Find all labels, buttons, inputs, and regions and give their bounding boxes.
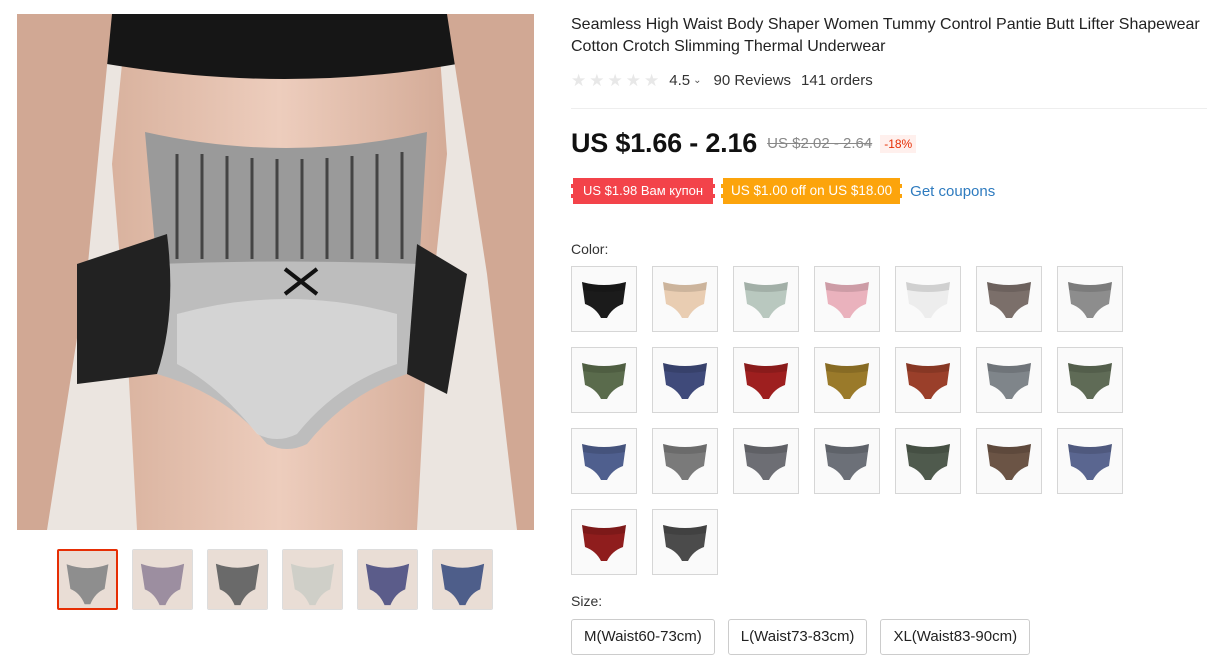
size-option[interactable]: M(Waist60-73cm) — [571, 619, 715, 655]
color-swatch[interactable] — [976, 266, 1042, 332]
pantie-icon — [825, 444, 869, 480]
size-label: Size: — [571, 593, 603, 609]
star-icon: ★ — [589, 70, 605, 90]
coupon-row: US $1.98 Вам купон US $1.00 off on US $1… — [571, 178, 995, 204]
pantie-icon — [582, 525, 626, 561]
discount-badge: -18% — [880, 134, 917, 153]
color-swatch[interactable] — [652, 509, 718, 575]
pantie-icon — [663, 282, 707, 318]
size-options: M(Waist60-73cm) L(Waist73-83cm) XL(Waist83… — [571, 619, 1031, 655]
pantie-icon — [1068, 363, 1112, 399]
thumbnail-image — [59, 551, 116, 608]
pantie-icon — [987, 363, 1031, 399]
chevron-down-icon[interactable]: ⌄ — [693, 75, 701, 86]
pantie-icon — [1068, 444, 1112, 480]
thumbnail-image — [433, 550, 492, 609]
pantie-icon — [582, 444, 626, 480]
color-swatch[interactable] — [895, 428, 961, 494]
price-row: US $1.66 - 2.16 US $2.02 - 2.64 -18% — [571, 128, 917, 159]
original-price: US $2.02 - 2.64 — [767, 135, 873, 152]
thumbnail[interactable] — [432, 549, 493, 610]
color-swatch[interactable] — [1057, 266, 1123, 332]
color-swatch[interactable] — [733, 266, 799, 332]
color-swatch[interactable] — [571, 509, 637, 575]
current-price: US $1.66 - 2.16 — [571, 128, 758, 158]
coupon-new-user[interactable]: US $1.98 Вам купон — [571, 178, 716, 204]
pantie-icon — [744, 363, 788, 399]
pantie-icon — [582, 363, 626, 399]
pantie-icon — [663, 363, 707, 399]
thumbnail[interactable] — [282, 549, 343, 610]
reviews-link[interactable]: 90 Reviews — [714, 72, 792, 89]
coupon-store[interactable]: US $1.00 off on US $18.00 — [721, 178, 903, 204]
star-icon: ★ — [625, 70, 641, 90]
rating-row: ★ ★ ★ ★ ★ 4.5 ⌄ 90 Reviews 141 orders — [571, 69, 1211, 91]
thumbnail-image — [208, 550, 267, 609]
pantie-icon — [582, 282, 626, 318]
color-swatches — [571, 266, 1131, 575]
color-swatch[interactable] — [571, 266, 637, 332]
pantie-icon — [906, 444, 950, 480]
color-swatch[interactable] — [571, 347, 637, 413]
color-swatch[interactable] — [895, 266, 961, 332]
star-icon: ★ — [644, 70, 660, 90]
star-icon: ★ — [571, 70, 587, 90]
product-info: Seamless High Waist Body Shaper Women Tu… — [571, 14, 1211, 91]
pantie-icon — [663, 444, 707, 480]
color-swatch[interactable] — [814, 347, 880, 413]
color-swatch[interactable] — [895, 347, 961, 413]
pantie-icon — [987, 444, 1031, 480]
thumbnail-image — [358, 550, 417, 609]
color-swatch[interactable] — [976, 428, 1042, 494]
color-label: Color: — [571, 241, 609, 257]
divider — [571, 108, 1207, 109]
color-swatch[interactable] — [652, 347, 718, 413]
color-swatch[interactable] — [1057, 428, 1123, 494]
pantie-icon — [825, 363, 869, 399]
rating-value[interactable]: 4.5 — [669, 72, 690, 89]
pantie-icon — [1068, 282, 1112, 318]
orders-count: 141 orders — [801, 71, 873, 89]
pantie-icon — [906, 282, 950, 318]
pantie-icon — [663, 525, 707, 561]
color-swatch[interactable] — [733, 347, 799, 413]
get-coupons-link[interactable]: Get coupons — [910, 183, 995, 200]
color-swatch[interactable] — [652, 428, 718, 494]
color-swatch[interactable] — [814, 428, 880, 494]
size-option[interactable]: L(Waist73-83cm) — [727, 619, 868, 655]
thumbnail[interactable] — [132, 549, 193, 610]
thumbnail-strip — [57, 549, 493, 610]
main-product-image[interactable] — [17, 14, 534, 530]
pantie-icon — [906, 363, 950, 399]
product-title: Seamless High Waist Body Shaper Women Tu… — [571, 16, 1200, 55]
thumbnail[interactable] — [207, 549, 268, 610]
rating-stars: ★ ★ ★ ★ ★ — [571, 72, 659, 89]
color-swatch[interactable] — [571, 428, 637, 494]
thumbnail-image — [283, 550, 342, 609]
thumbnail-image — [133, 550, 192, 609]
pantie-icon — [744, 444, 788, 480]
color-swatch[interactable] — [733, 428, 799, 494]
pantie-icon — [744, 282, 788, 318]
pantie-icon — [987, 282, 1031, 318]
color-swatch[interactable] — [814, 266, 880, 332]
color-swatch[interactable] — [1057, 347, 1123, 413]
color-swatch[interactable] — [652, 266, 718, 332]
thumbnail[interactable] — [57, 549, 118, 610]
star-icon: ★ — [607, 70, 623, 90]
color-swatch[interactable] — [976, 347, 1042, 413]
pantie-icon — [825, 282, 869, 318]
size-option[interactable]: XL(Waist83-90cm) — [880, 619, 1031, 655]
thumbnail[interactable] — [357, 549, 418, 610]
